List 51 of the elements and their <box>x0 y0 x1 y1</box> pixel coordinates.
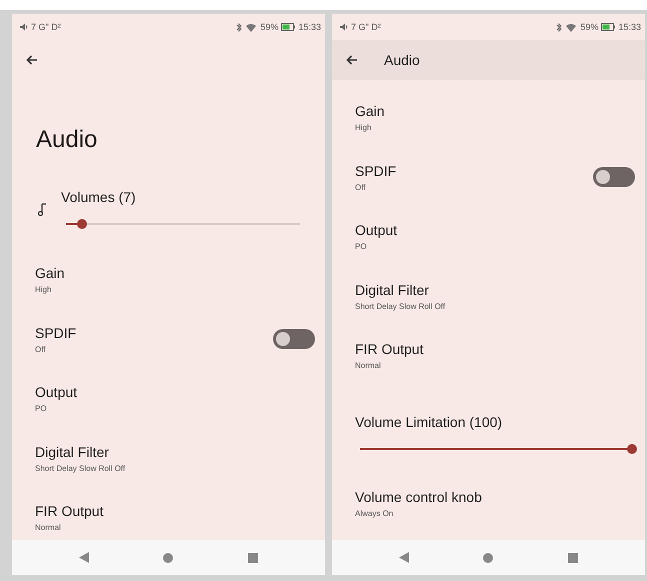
back-arrow-icon[interactable] <box>346 55 358 65</box>
back-icon[interactable] <box>399 552 410 563</box>
battery-percentage: 59% <box>260 22 278 32</box>
speaker-icon <box>20 23 28 31</box>
setting-value: Normal <box>355 361 382 370</box>
toggle-switch[interactable] <box>593 167 635 188</box>
setting-value: Normal <box>35 523 62 532</box>
clock: 15:33 <box>298 22 321 32</box>
recents-icon[interactable] <box>248 552 258 562</box>
speaker-icon <box>340 23 348 31</box>
setting-value: Off <box>355 182 367 192</box>
setting-value: High <box>35 285 52 294</box>
setting-title[interactable]: Output <box>35 384 78 400</box>
setting-title[interactable]: FIR Output <box>35 503 104 520</box>
status-indicators: 7 G" D² <box>351 22 381 32</box>
music-note-icon <box>38 202 47 216</box>
setting-value: Short Delay Slow Roll Off <box>35 464 126 473</box>
wifi-icon <box>245 22 258 32</box>
page-title: Audio <box>35 125 98 150</box>
battery-icon <box>281 23 296 31</box>
slider-label: Volume Limitation (100) <box>355 414 504 430</box>
recents-icon[interactable] <box>568 552 578 562</box>
toggle-switch[interactable] <box>273 329 315 350</box>
wifi-icon <box>565 22 578 32</box>
clock: 15:33 <box>618 22 641 32</box>
setting-value: High <box>355 123 372 132</box>
slider-label: Volumes (7) <box>61 189 137 205</box>
bluetooth-icon <box>556 22 562 32</box>
setting-title[interactable]: Digital Filter <box>355 282 446 298</box>
setting-value: Off <box>35 344 47 354</box>
toolbar-title: Audio <box>384 52 420 68</box>
setting-value: PO <box>355 242 368 252</box>
home-icon[interactable] <box>483 552 494 562</box>
setting-title[interactable]: Gain <box>35 265 65 282</box>
setting-value: Short Delay Slow Roll Off <box>355 302 446 311</box>
battery-icon <box>601 23 616 31</box>
setting-title[interactable]: Digital Filter <box>35 444 126 460</box>
back-arrow-icon[interactable] <box>26 55 38 65</box>
setting-value: Always On <box>355 508 394 518</box>
setting-title[interactable]: SPDIF <box>35 324 76 341</box>
setting-title[interactable]: FIR Output <box>355 341 424 358</box>
status-indicators: 7 G" D² <box>31 22 61 32</box>
setting-title[interactable]: SPDIF <box>355 162 396 179</box>
back-icon[interactable] <box>79 552 90 563</box>
bluetooth-icon <box>236 22 242 32</box>
setting-value: PO <box>35 404 48 414</box>
setting-title[interactable]: Volume control knob <box>355 488 482 505</box>
setting-title[interactable]: Gain <box>355 103 385 120</box>
battery-percentage: 59% <box>580 22 598 32</box>
setting-title[interactable]: Output <box>355 222 398 238</box>
home-icon[interactable] <box>163 552 174 562</box>
